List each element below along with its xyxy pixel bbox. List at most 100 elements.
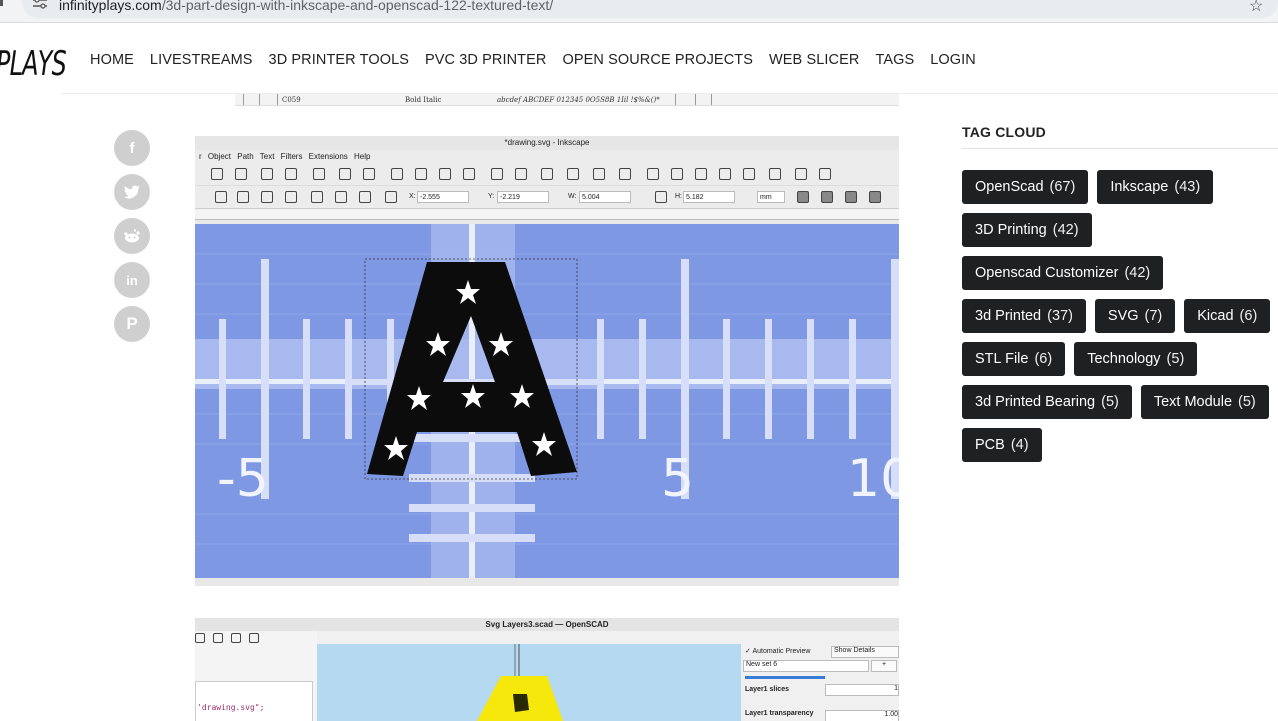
tag-count: (37) xyxy=(1047,308,1073,324)
url-text[interactable]: infinityplays.com/3d-part-design-with-in… xyxy=(59,0,553,13)
zoom-page-icon[interactable] xyxy=(439,168,451,180)
x-field[interactable]: -2.555 xyxy=(417,191,469,203)
tag-count: (42) xyxy=(1124,265,1151,281)
layer1-transparency-field[interactable]: 1.00 xyxy=(825,710,899,721)
bookmark-star-icon[interactable]: ☆ xyxy=(1249,0,1263,16)
lock-icon[interactable] xyxy=(655,191,667,203)
horizontal-ruler xyxy=(195,209,899,220)
tag-name: Text Module xyxy=(1153,394,1233,410)
raise-icon[interactable] xyxy=(335,191,347,203)
h-field[interactable]: 5.182 xyxy=(683,191,735,203)
render-icon[interactable] xyxy=(213,633,223,643)
pinterest-icon[interactable]: P xyxy=(114,306,150,342)
fill-stroke-icon[interactable] xyxy=(619,168,631,180)
scale-corners-icon[interactable] xyxy=(821,191,833,203)
nav-item-home[interactable]: HOME xyxy=(90,52,134,68)
rotate-cw-icon[interactable] xyxy=(237,191,249,203)
facebook-icon[interactable]: f xyxy=(114,130,150,166)
nav-item-open-source-projects[interactable]: OPEN SOURCE PROJECTS xyxy=(562,52,753,68)
redo-icon[interactable] xyxy=(285,168,297,180)
layer1-slices-field[interactable]: 1 xyxy=(825,684,899,696)
zoom-fit-icon[interactable] xyxy=(463,168,475,180)
tag-count: (43) xyxy=(1174,179,1201,195)
tag-openscad-customizer[interactable]: Openscad Customizer (42) xyxy=(962,256,1164,290)
site-settings-icon[interactable] xyxy=(33,0,47,9)
code-line: 'drawing.svg"; xyxy=(197,703,265,712)
lower-bottom-icon[interactable] xyxy=(385,191,397,203)
raise-top-icon[interactable] xyxy=(311,191,323,203)
openscad-3d-view[interactable] xyxy=(317,644,741,721)
flip-v-icon[interactable] xyxy=(285,191,297,203)
xml-editor-icon[interactable] xyxy=(695,168,707,180)
y-label: Y: xyxy=(488,193,495,200)
y-field[interactable]: -2.219 xyxy=(497,191,549,203)
paste-icon[interactable] xyxy=(363,168,375,180)
unlink-clone-icon[interactable] xyxy=(541,168,553,180)
nav-item-web-slicer[interactable]: WEB SLICER xyxy=(769,52,859,68)
undo-icon[interactable] xyxy=(261,168,273,180)
linkedin-icon[interactable]: in xyxy=(114,262,150,298)
duplicate-icon[interactable] xyxy=(491,168,503,180)
tag-3d-printed[interactable]: 3d Printed (37) xyxy=(962,299,1086,333)
move-patterns-icon[interactable] xyxy=(869,191,881,203)
back-icon[interactable] xyxy=(0,0,3,6)
tag-pcb[interactable]: PCB (4) xyxy=(962,428,1042,462)
nav-item-pvc-3d-printer[interactable]: PVC 3D PRINTER xyxy=(425,52,546,68)
tag-cloud-divider xyxy=(962,148,1278,149)
clone-icon[interactable] xyxy=(515,168,527,180)
nav-item-tags[interactable]: TAGS xyxy=(875,52,914,68)
tag-stl-file[interactable]: STL File (6) xyxy=(962,342,1066,376)
zoom-selection-icon[interactable] xyxy=(391,168,403,180)
text-icon[interactable] xyxy=(647,168,659,180)
tag-technology[interactable]: Technology (5) xyxy=(1074,342,1198,376)
scale-stroke-icon[interactable] xyxy=(797,191,809,203)
tag-inkscape[interactable]: Inkscape (43) xyxy=(1097,170,1214,204)
add-preset-button[interactable]: + xyxy=(871,660,897,672)
nav-item-livestreams[interactable]: LIVESTREAMS xyxy=(150,52,253,68)
tag-count: (6) xyxy=(1034,351,1053,367)
cut-icon[interactable] xyxy=(339,168,351,180)
x-label: X: xyxy=(409,193,416,200)
nav-item-login[interactable]: LOGIN xyxy=(930,52,976,68)
document-props-icon[interactable] xyxy=(819,168,831,180)
tag-3d-printed-bearing[interactable]: 3d Printed Bearing (5) xyxy=(962,385,1132,419)
align-icon[interactable] xyxy=(719,168,731,180)
tag-count: (6) xyxy=(1239,308,1258,324)
transform-icon[interactable] xyxy=(743,168,755,180)
font-style: Bold Italic xyxy=(405,96,442,104)
nav-item-3d-printer-tools[interactable]: 3D PRINTER TOOLS xyxy=(269,52,409,68)
unit-select[interactable]: mm xyxy=(757,191,785,203)
section-divider xyxy=(745,676,825,679)
move-gradients-icon[interactable] xyxy=(845,191,857,203)
lower-icon[interactable] xyxy=(359,191,371,203)
export-svg-icon[interactable] xyxy=(231,633,241,643)
flip-h-icon[interactable] xyxy=(261,191,273,203)
editor-tool-icon[interactable] xyxy=(195,633,205,643)
site-logo[interactable]: PLAYS xyxy=(0,44,67,84)
customizer-icon[interactable] xyxy=(249,633,259,643)
tag-kicad[interactable]: Kicad (6) xyxy=(1184,299,1271,333)
reddit-icon[interactable] xyxy=(114,218,150,254)
twitter-icon[interactable] xyxy=(114,174,150,210)
export-icon[interactable] xyxy=(235,168,247,180)
tag-openscad[interactable]: OpenScad (67) xyxy=(962,170,1089,204)
layers-icon[interactable] xyxy=(671,168,683,180)
browser-toolbar: infinityplays.com/3d-part-design-with-in… xyxy=(0,0,1278,23)
preset-select[interactable]: New set 6 xyxy=(743,660,869,672)
show-details-select[interactable]: Show Details xyxy=(831,646,899,658)
zoom-drawing-icon[interactable] xyxy=(415,168,427,180)
auto-preview-checkbox[interactable]: ✓ Automatic Preview xyxy=(745,647,810,655)
tag-3d-printing[interactable]: 3D Printing (42) xyxy=(962,213,1092,247)
inkscape-canvas[interactable]: -5 5 10 xyxy=(195,224,899,578)
group-icon[interactable] xyxy=(567,168,579,180)
symbols-icon[interactable] xyxy=(769,168,781,180)
copy-icon[interactable] xyxy=(313,168,325,180)
rotate-ccw-icon[interactable] xyxy=(215,191,227,203)
layer1-transparency-label: Layer1 transparency xyxy=(745,710,814,717)
import-icon[interactable] xyxy=(211,168,223,180)
tag-svg[interactable]: SVG (7) xyxy=(1094,299,1176,333)
w-field[interactable]: 5.004 xyxy=(579,191,631,203)
tag-text-module[interactable]: Text Module (5) xyxy=(1140,385,1269,419)
ungroup-icon[interactable] xyxy=(593,168,605,180)
preferences-icon[interactable] xyxy=(795,168,807,180)
